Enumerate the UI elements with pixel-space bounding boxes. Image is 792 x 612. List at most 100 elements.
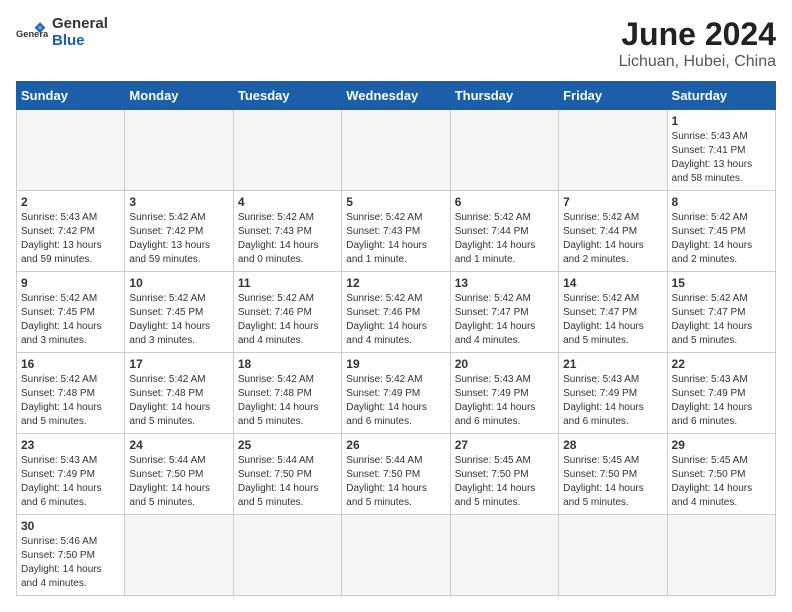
cell-info: Sunrise: 5:42 AM Sunset: 7:44 PM Dayligh…: [455, 211, 554, 267]
day-number: 8: [672, 195, 771, 209]
table-row: 11Sunrise: 5:42 AM Sunset: 7:46 PM Dayli…: [233, 272, 341, 353]
cell-info: Sunrise: 5:42 AM Sunset: 7:45 PM Dayligh…: [672, 211, 771, 267]
calendar: Sunday Monday Tuesday Wednesday Thursday…: [16, 81, 776, 596]
cell-info: Sunrise: 5:42 AM Sunset: 7:49 PM Dayligh…: [346, 373, 445, 429]
day-number: 3: [129, 195, 228, 209]
table-row: [17, 110, 125, 191]
cell-info: Sunrise: 5:43 AM Sunset: 7:42 PM Dayligh…: [21, 211, 120, 267]
cell-info: Sunrise: 5:46 AM Sunset: 7:50 PM Dayligh…: [21, 535, 120, 591]
cell-info: Sunrise: 5:45 AM Sunset: 7:50 PM Dayligh…: [672, 454, 771, 510]
day-number: 10: [129, 276, 228, 290]
calendar-week-row: 30Sunrise: 5:46 AM Sunset: 7:50 PM Dayli…: [17, 515, 776, 596]
calendar-header-row: Sunday Monday Tuesday Wednesday Thursday…: [17, 82, 776, 110]
col-thursday: Thursday: [450, 82, 558, 110]
day-number: 2: [21, 195, 120, 209]
col-tuesday: Tuesday: [233, 82, 341, 110]
day-number: 1: [672, 114, 771, 128]
cell-info: Sunrise: 5:42 AM Sunset: 7:46 PM Dayligh…: [346, 292, 445, 348]
logo: General General Blue: [16, 16, 108, 49]
table-row: [450, 515, 558, 596]
month-year: June 2024: [619, 16, 776, 53]
cell-info: Sunrise: 5:43 AM Sunset: 7:49 PM Dayligh…: [21, 454, 120, 510]
cell-info: Sunrise: 5:42 AM Sunset: 7:47 PM Dayligh…: [455, 292, 554, 348]
day-number: 23: [21, 438, 120, 452]
table-row: 29Sunrise: 5:45 AM Sunset: 7:50 PM Dayli…: [667, 434, 775, 515]
cell-info: Sunrise: 5:45 AM Sunset: 7:50 PM Dayligh…: [563, 454, 662, 510]
cell-info: Sunrise: 5:44 AM Sunset: 7:50 PM Dayligh…: [129, 454, 228, 510]
cell-info: Sunrise: 5:42 AM Sunset: 7:44 PM Dayligh…: [563, 211, 662, 267]
day-number: 9: [21, 276, 120, 290]
day-number: 14: [563, 276, 662, 290]
calendar-week-row: 9 Sunrise: 5:42 AM Sunset: 7:45 PM Daylig…: [17, 272, 776, 353]
day-number: 17: [129, 357, 228, 371]
table-row: 24 Sunrise: 5:44 AM Sunset: 7:50 PM Dayli…: [125, 434, 233, 515]
logo-icon: General: [16, 17, 48, 49]
cell-info: Sunrise: 5:42 AM Sunset: 7:43 PM Dayligh…: [238, 211, 337, 267]
day-number: 20: [455, 357, 554, 371]
table-row: [233, 515, 341, 596]
table-row: 22 Sunrise: 5:43 AM Sunset: 7:49 PM Dayli…: [667, 353, 775, 434]
logo-blue-text: Blue: [52, 33, 108, 50]
table-row: 26Sunrise: 5:44 AM Sunset: 7:50 PM Dayli…: [342, 434, 450, 515]
table-row: 6 Sunrise: 5:42 AM Sunset: 7:44 PM Daylig…: [450, 191, 558, 272]
cell-info: Sunrise: 5:42 AM Sunset: 7:47 PM Dayligh…: [563, 292, 662, 348]
day-number: 28: [563, 438, 662, 452]
cell-info: Sunrise: 5:42 AM Sunset: 7:45 PM Dayligh…: [129, 292, 228, 348]
location: Lichuan, Hubei, China: [619, 53, 776, 71]
table-row: 7Sunrise: 5:42 AM Sunset: 7:44 PM Daylig…: [559, 191, 667, 272]
table-row: 5 Sunrise: 5:42 AM Sunset: 7:43 PM Daylig…: [342, 191, 450, 272]
day-number: 15: [672, 276, 771, 290]
day-number: 12: [346, 276, 445, 290]
calendar-week-row: 1Sunrise: 5:43 AM Sunset: 7:41 PM Daylig…: [17, 110, 776, 191]
day-number: 18: [238, 357, 337, 371]
day-number: 5: [346, 195, 445, 209]
cell-info: Sunrise: 5:42 AM Sunset: 7:45 PM Dayligh…: [21, 292, 120, 348]
table-row: [125, 110, 233, 191]
calendar-week-row: 2 Sunrise: 5:43 AM Sunset: 7:42 PM Daylig…: [17, 191, 776, 272]
table-row: 2 Sunrise: 5:43 AM Sunset: 7:42 PM Daylig…: [17, 191, 125, 272]
col-monday: Monday: [125, 82, 233, 110]
cell-info: Sunrise: 5:42 AM Sunset: 7:48 PM Dayligh…: [238, 373, 337, 429]
day-number: 6: [455, 195, 554, 209]
table-row: 28 Sunrise: 5:45 AM Sunset: 7:50 PM Dayli…: [559, 434, 667, 515]
day-number: 21: [563, 357, 662, 371]
table-row: 3 Sunrise: 5:42 AM Sunset: 7:42 PM Daylig…: [125, 191, 233, 272]
cell-info: Sunrise: 5:44 AM Sunset: 7:50 PM Dayligh…: [238, 454, 337, 510]
table-row: 4 Sunrise: 5:42 AM Sunset: 7:43 PM Daylig…: [233, 191, 341, 272]
table-row: 10 Sunrise: 5:42 AM Sunset: 7:45 PM Dayli…: [125, 272, 233, 353]
table-row: [342, 110, 450, 191]
svg-text:General: General: [16, 29, 48, 39]
col-friday: Friday: [559, 82, 667, 110]
table-row: 1Sunrise: 5:43 AM Sunset: 7:41 PM Daylig…: [667, 110, 775, 191]
table-row: [450, 110, 558, 191]
table-row: 16 Sunrise: 5:42 AM Sunset: 7:48 PM Dayli…: [17, 353, 125, 434]
table-row: [667, 515, 775, 596]
cell-info: Sunrise: 5:43 AM Sunset: 7:49 PM Dayligh…: [563, 373, 662, 429]
cell-info: Sunrise: 5:42 AM Sunset: 7:48 PM Dayligh…: [21, 373, 120, 429]
cell-info: Sunrise: 5:45 AM Sunset: 7:50 PM Dayligh…: [455, 454, 554, 510]
table-row: [342, 515, 450, 596]
table-row: 20 Sunrise: 5:43 AM Sunset: 7:49 PM Dayli…: [450, 353, 558, 434]
day-number: 13: [455, 276, 554, 290]
table-row: 27 Sunrise: 5:45 AM Sunset: 7:50 PM Dayli…: [450, 434, 558, 515]
table-row: 14 Sunrise: 5:42 AM Sunset: 7:47 PM Dayli…: [559, 272, 667, 353]
table-row: [559, 515, 667, 596]
day-number: 24: [129, 438, 228, 452]
table-row: 21 Sunrise: 5:43 AM Sunset: 7:49 PM Dayli…: [559, 353, 667, 434]
cell-info: Sunrise: 5:42 AM Sunset: 7:42 PM Dayligh…: [129, 211, 228, 267]
table-row: 23 Sunrise: 5:43 AM Sunset: 7:49 PM Dayli…: [17, 434, 125, 515]
day-number: 27: [455, 438, 554, 452]
cell-info: Sunrise: 5:42 AM Sunset: 7:47 PM Dayligh…: [672, 292, 771, 348]
cell-info: Sunrise: 5:42 AM Sunset: 7:43 PM Dayligh…: [346, 211, 445, 267]
day-number: 4: [238, 195, 337, 209]
cell-info: Sunrise: 5:43 AM Sunset: 7:49 PM Dayligh…: [455, 373, 554, 429]
table-row: 19Sunrise: 5:42 AM Sunset: 7:49 PM Dayli…: [342, 353, 450, 434]
day-number: 22: [672, 357, 771, 371]
logo-general-text: General: [52, 16, 108, 33]
day-number: 16: [21, 357, 120, 371]
day-number: 25: [238, 438, 337, 452]
cell-info: Sunrise: 5:42 AM Sunset: 7:48 PM Dayligh…: [129, 373, 228, 429]
cell-info: Sunrise: 5:43 AM Sunset: 7:49 PM Dayligh…: [672, 373, 771, 429]
table-row: 15 Sunrise: 5:42 AM Sunset: 7:47 PM Dayli…: [667, 272, 775, 353]
col-saturday: Saturday: [667, 82, 775, 110]
